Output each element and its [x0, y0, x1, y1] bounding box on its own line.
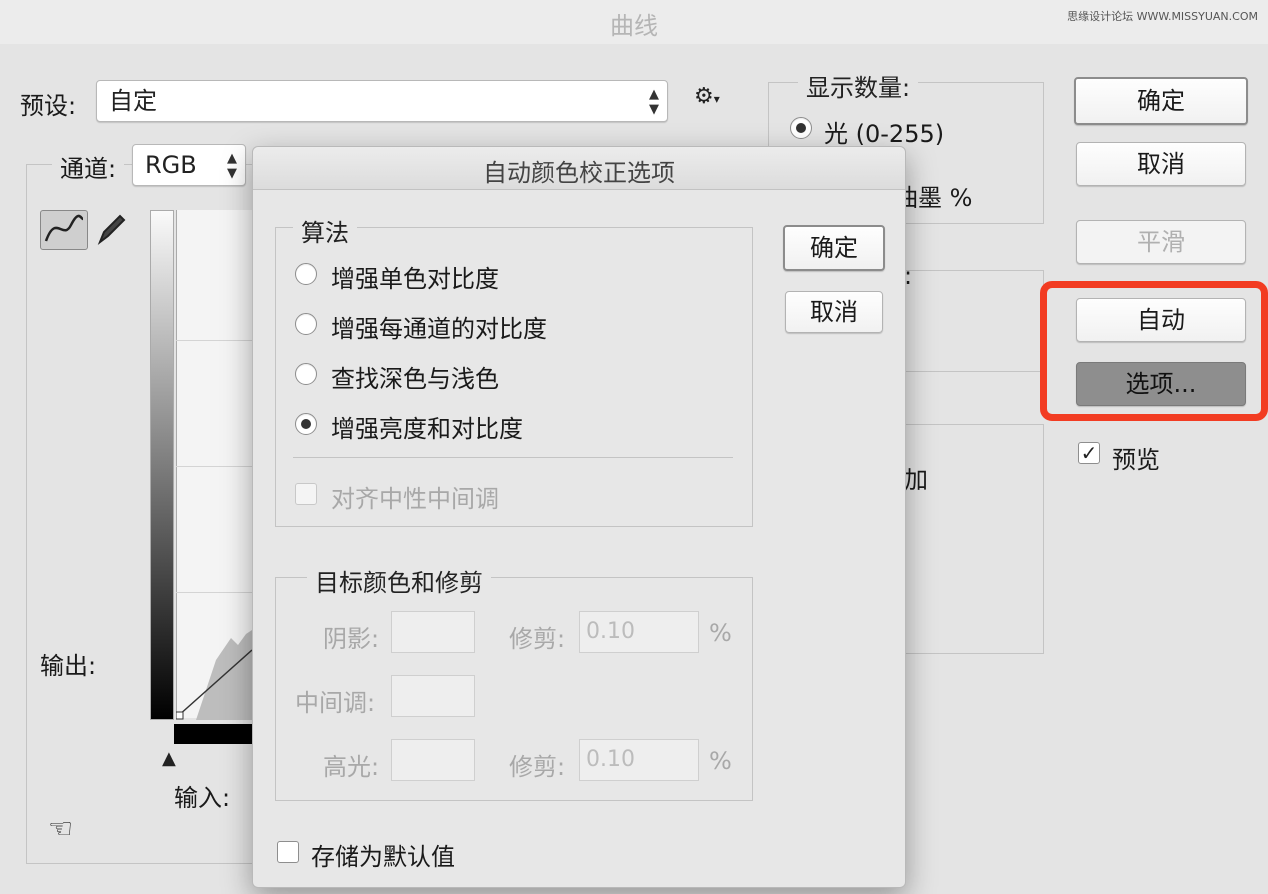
highlight-clip-label: 修剪: [509, 753, 566, 781]
cancel-button[interactable]: 取消 [1076, 142, 1246, 186]
save-default-checkbox[interactable] [277, 841, 299, 863]
input-label: 输入: [174, 784, 231, 812]
highlights-label: 高光: [323, 753, 380, 781]
histogram-and-curve [176, 630, 252, 720]
channel-label: 通道: [52, 149, 125, 184]
light-option-label: 光 (0-255) [824, 120, 945, 148]
highlight-percent-label: % [709, 747, 732, 775]
algorithms-legend: 算法 [293, 213, 357, 248]
hand-adjust-icon[interactable]: ☜ [48, 812, 73, 845]
shadow-percent-label: % [709, 619, 732, 647]
preset-value: 自定 [109, 87, 157, 115]
display-amount-title: 显示数量: [798, 68, 919, 103]
input-gradient-bar [174, 724, 252, 744]
radio-monochromatic-contrast[interactable] [295, 263, 317, 285]
updown-arrows-icon: ▲ ▼ [227, 151, 237, 181]
radio-find-dark-light[interactable] [295, 363, 317, 385]
grid-line [176, 340, 252, 341]
midtones-label: 中间调: [295, 689, 376, 717]
grid-line [176, 592, 252, 593]
radio-per-channel-contrast[interactable] [295, 313, 317, 335]
smooth-button[interactable]: 平滑 [1076, 220, 1246, 264]
highlight-clip-input[interactable]: 0.10 [579, 739, 699, 781]
channel-value: RGB [145, 151, 197, 179]
snap-neutral-checkbox[interactable] [295, 483, 317, 505]
dialog-title: 自动颜色校正选项 [483, 159, 675, 187]
radio-brightness-contrast[interactable] [295, 413, 317, 435]
add-label: 加 [904, 466, 928, 494]
option-per-channel-contrast: 增强每通道的对比度 [331, 315, 547, 343]
shadows-color-swatch[interactable] [391, 611, 475, 653]
show-group [900, 270, 1044, 372]
preview-checkbox[interactable]: ✓ [1078, 442, 1100, 464]
highlight-box [1040, 281, 1268, 421]
curve-tool-icon[interactable] [40, 210, 88, 250]
light-radio[interactable] [790, 117, 812, 139]
updown-arrows-icon: ▲ ▼ [649, 87, 659, 117]
dialog-cancel-button[interactable]: 取消 [785, 291, 883, 333]
option-find-dark-light: 查找深色与浅色 [331, 365, 499, 393]
divider [293, 457, 733, 458]
dialog-ok-button[interactable]: 确定 [783, 225, 885, 271]
target-colors-legend: 目标颜色和修剪 [307, 563, 491, 598]
channel-select[interactable]: RGB ▲ ▼ [132, 144, 246, 186]
watermark: 思缘设计论坛 WWW.MISSYUAN.COM [1067, 10, 1258, 23]
highlights-color-swatch[interactable] [391, 739, 475, 781]
gear-icon[interactable]: ⚙▾ [694, 84, 720, 109]
save-default-label: 存储为默认值 [311, 843, 455, 871]
shadow-clip-label: 修剪: [509, 625, 566, 653]
ok-button[interactable]: 确定 [1074, 77, 1248, 125]
options-group [900, 424, 1044, 654]
option-brightness-contrast: 增强亮度和对比度 [331, 415, 523, 443]
preview-label: 预览 [1112, 446, 1160, 474]
midtones-color-swatch[interactable] [391, 675, 475, 717]
shadows-label: 阴影: [323, 625, 380, 653]
shadow-clip-input[interactable]: 0.10 [579, 611, 699, 653]
snap-neutral-label: 对齐中性中间调 [331, 485, 499, 513]
output-gradient-bar [150, 210, 174, 720]
black-point-slider-icon[interactable]: ▲ [162, 748, 176, 769]
preset-select[interactable]: 自定 ▲ ▼ [96, 80, 668, 122]
preset-label: 预设: [20, 92, 77, 120]
grid-line [176, 466, 252, 467]
output-label: 输出: [40, 652, 97, 680]
auto-color-dialog: 自动颜色校正选项 算法 增强单色对比度 增强每通道的对比度 查找深色与浅色 增强… [252, 146, 906, 888]
option-monochromatic-contrast: 增强单色对比度 [331, 265, 499, 293]
pencil-icon[interactable] [96, 210, 128, 248]
